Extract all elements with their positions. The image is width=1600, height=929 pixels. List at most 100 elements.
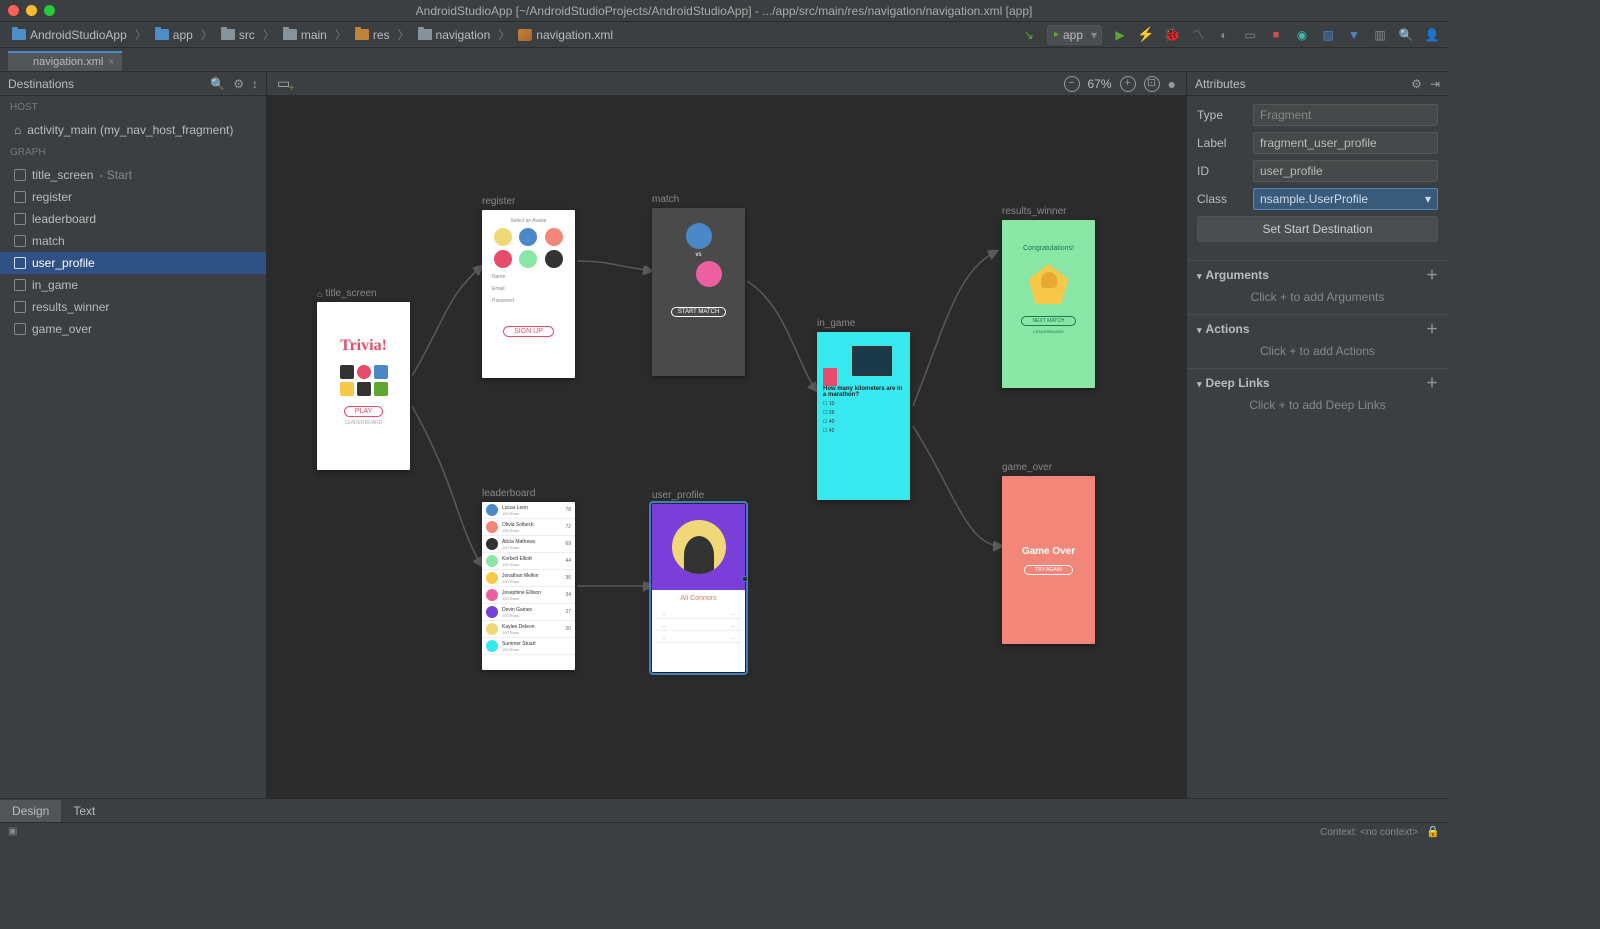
node-register[interactable]: register Select an Avatar Name Email Pas… (482, 196, 575, 378)
class-select[interactable]: nsample.UserProfile▾ (1253, 188, 1438, 210)
avd-manager-button[interactable]: ◉ (1294, 27, 1310, 43)
minimize-panel-icon[interactable]: ⇥ (1430, 77, 1440, 91)
host-item[interactable]: ⌂activity_main (my_nav_host_fragment) (0, 119, 266, 141)
user-avatar-icon[interactable]: 👤 (1424, 27, 1440, 43)
res-folder-icon (355, 29, 369, 40)
zoom-fit-button[interactable]: ⊡ (1144, 76, 1160, 92)
label-field[interactable] (1253, 132, 1438, 154)
add-argument-button[interactable]: ＋ (1426, 266, 1438, 283)
context-label: Context: <no context> (1320, 827, 1418, 838)
leaderboard-row: Devin Gaines100 Runs27 (482, 604, 575, 621)
attach-debugger-button[interactable]: ◐ (1216, 27, 1232, 43)
leaderboard-row: Kaylee Deleon100 Runs20 (482, 621, 575, 638)
graph-item-match[interactable]: match (0, 230, 266, 252)
node-user-profile[interactable]: user_profile Ali Connors —— —— —— (652, 490, 745, 672)
design-tab[interactable]: Design (0, 800, 61, 822)
status-bar: ▣ Context: <no context> 🔒 (0, 822, 1448, 840)
chevron-down-icon: ▾ (1197, 325, 1202, 335)
crumb-project[interactable]: AndroidStudioApp (8, 26, 131, 44)
graph-item-user-profile[interactable]: user_profile (0, 252, 266, 274)
device-button[interactable]: ▭ (1242, 27, 1258, 43)
leaderboard-row: Josephine Ellison100 Runs34 (482, 587, 575, 604)
crumb-app[interactable]: app (151, 26, 197, 44)
profiler-button[interactable]: 〽 (1190, 27, 1206, 43)
graph-item-leaderboard[interactable]: leaderboard (0, 208, 266, 230)
file-tab-navigation[interactable]: navigation.xml × (8, 51, 122, 71)
sync-icon[interactable]: ↘︎ (1021, 27, 1037, 43)
canvas-toolbar: ▭+ − 67% + ⊡ ● (267, 72, 1186, 96)
id-field[interactable] (1253, 160, 1438, 182)
zoom-in-button[interactable]: + (1120, 76, 1136, 92)
gear-icon[interactable]: ⚙ (1411, 77, 1422, 91)
action-handle[interactable] (742, 576, 748, 582)
crumb-navigation[interactable]: navigation (414, 26, 495, 44)
add-deeplink-button[interactable]: ＋ (1426, 374, 1438, 391)
run-button[interactable]: ▶ (1112, 27, 1128, 43)
attributes-title: Attributes (1195, 77, 1246, 91)
sort-icon[interactable]: ↕ (252, 77, 258, 91)
xml-file-icon (16, 57, 28, 67)
leaderboard-row: Jonathan Melkin100 Runs36 (482, 570, 575, 587)
folder-icon (283, 29, 297, 40)
host-section-label: HOST (0, 96, 266, 119)
sdk-manager-button[interactable]: ▨ (1320, 27, 1336, 43)
node-game-over[interactable]: game_over Game Over TRY AGAIN (1002, 462, 1095, 644)
xml-file-icon (518, 29, 532, 41)
add-action-button[interactable]: ＋ (1426, 320, 1438, 337)
graph-item-results-winner[interactable]: results_winner (0, 296, 266, 318)
breadcrumbs: AndroidStudioApp〉 app〉 src〉 main〉 res〉 n… (8, 26, 617, 44)
node-title-screen[interactable]: ⌂title_screen Trivia! PLAY LEADERBOARD (317, 288, 410, 470)
chevron-down-icon: ▾ (1197, 379, 1202, 389)
project-icon (12, 29, 26, 40)
node-match[interactable]: match vs START MATCH (652, 194, 745, 376)
close-tab-icon[interactable]: × (108, 57, 114, 68)
debug-button[interactable]: 🐞 (1164, 27, 1180, 43)
folder-icon (418, 29, 432, 40)
text-tab[interactable]: Text (61, 800, 107, 822)
graph-item-game-over[interactable]: game_over (0, 318, 266, 340)
lock-icon[interactable]: 🔒 (1426, 826, 1440, 838)
layout-inspector-button[interactable]: ▼ (1346, 27, 1362, 43)
graph-item-in-game[interactable]: in_game (0, 274, 266, 296)
actions-section[interactable]: ▾Actions＋ (1187, 315, 1448, 342)
add-destination-button[interactable]: ▭+ (277, 75, 290, 92)
crumb-res[interactable]: res (351, 26, 394, 44)
crumb-main[interactable]: main (279, 26, 331, 44)
leaderboard-row: Summer Stuart100 Runs (482, 638, 575, 655)
arguments-section[interactable]: ▾Arguments＋ (1187, 261, 1448, 288)
leaderboard-row: Alicia Mathews100 Runs69 (482, 536, 575, 553)
search-everywhere-button[interactable]: 🔍 (1398, 27, 1414, 43)
graph-item-title-screen[interactable]: title_screen - Start (0, 164, 266, 186)
nav-editor-canvas[interactable]: ▭+ − 67% + ⊡ ● ⌂titl (267, 72, 1186, 798)
attributes-panel: Attributes ⚙ ⇥ Type Label ID Classnsampl… (1186, 72, 1448, 798)
destinations-panel: Destinations 🔍 ⚙ ↕ HOST ⌂activity_main (… (0, 72, 267, 798)
folder-icon (221, 29, 235, 40)
minimize-window-button[interactable] (26, 5, 37, 16)
editor-tabs: navigation.xml × (0, 48, 1448, 72)
home-icon: ⌂ (317, 289, 322, 299)
node-leaderboard[interactable]: leaderboard Lucas Leon100 Runs78Olivia S… (482, 488, 575, 670)
warnings-icon[interactable]: ● (1168, 76, 1176, 92)
crumb-file[interactable]: navigation.xml (514, 26, 617, 44)
deeplinks-section[interactable]: ▾Deep Links＋ (1187, 369, 1448, 396)
node-results-winner[interactable]: results_winner Congratulations! NEXT MAT… (1002, 206, 1095, 388)
zoom-window-button[interactable] (44, 5, 55, 16)
apply-changes-button[interactable]: ⚡ (1138, 27, 1154, 43)
set-start-destination-button[interactable]: Set Start Destination (1197, 216, 1438, 242)
stop-button[interactable]: ■ (1268, 27, 1284, 43)
search-icon[interactable]: 🔍 (210, 77, 225, 91)
tool-window-button[interactable]: ▣ (8, 826, 17, 837)
close-window-button[interactable] (8, 5, 19, 16)
run-config-select[interactable]: ▸app (1047, 25, 1102, 45)
node-in-game[interactable]: in_game How many kilometers are in a mar… (817, 318, 910, 500)
navigation-toolbar: AndroidStudioApp〉 app〉 src〉 main〉 res〉 n… (0, 22, 1448, 48)
graph-item-register[interactable]: register (0, 186, 266, 208)
zoom-out-button[interactable]: − (1064, 76, 1080, 92)
zoom-level: 67% (1088, 77, 1112, 91)
module-icon (155, 29, 169, 40)
leaderboard-row: Olivia Solbeck100 Runs72 (482, 519, 575, 536)
gear-icon[interactable]: ⚙ (233, 77, 244, 91)
structure-button[interactable]: ▥ (1372, 27, 1388, 43)
crumb-src[interactable]: src (217, 26, 259, 44)
window-title: AndroidStudioApp [~/AndroidStudioProject… (0, 4, 1448, 18)
